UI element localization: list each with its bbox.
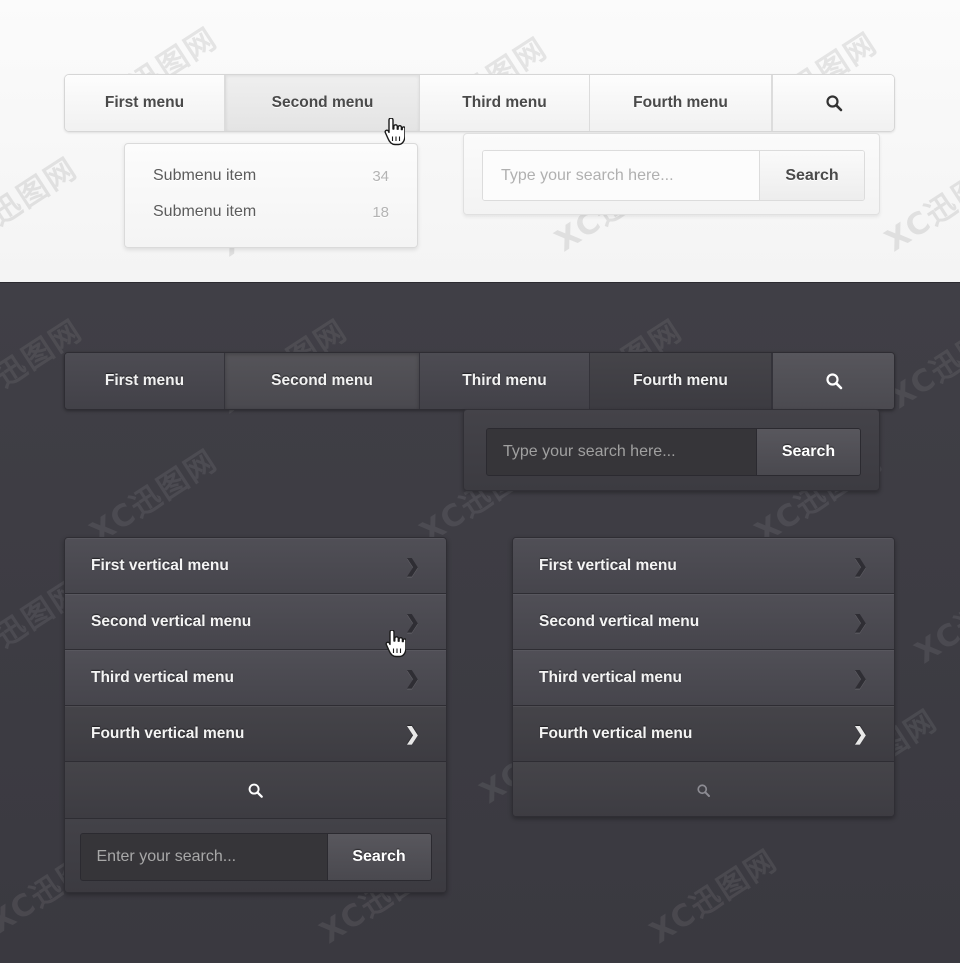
search-icon [825,372,843,390]
light-nav-label: Second menu [271,94,374,111]
chevron-right-icon: ❯ [404,667,420,688]
left-vmenu-search-box: Search [65,819,446,892]
right-vmenu-item-first[interactable]: First vertical menu ❯ [513,538,894,594]
light-nav-item-second[interactable]: Second menu [225,75,420,131]
left-vmenu-item-second[interactable]: Second vertical menu ❯ [65,594,446,650]
dark-search-row: Search [486,428,861,476]
left-vertical-menu: First vertical menu ❯ Second vertical me… [64,537,447,893]
right-vmenu-search-toggle[interactable] [513,762,894,816]
dark-navbar: First menu Second menu Third menu Fourth… [64,352,895,410]
left-vmenu-search-button[interactable]: Search [326,834,431,880]
light-submenu-count: 18 [372,203,389,221]
light-navbar: First menu Second menu Third menu Fourth… [64,74,895,132]
left-vmenu-search-row: Search [79,833,432,881]
search-icon [825,94,843,112]
chevron-right-icon: ❯ [852,555,868,576]
chevron-right-icon: ❯ [852,667,868,688]
light-nav-item-third[interactable]: Third menu [420,75,590,131]
light-nav-search-button[interactable] [772,75,894,131]
light-search-button[interactable]: Search [759,151,864,200]
left-vmenu-search-input[interactable] [80,834,327,880]
light-search-panel: Search [463,133,880,215]
left-vmenu-item-fourth[interactable]: Fourth vertical menu ❯ [65,706,446,762]
left-vmenu-label: Second vertical menu [91,612,252,630]
light-nav-item-fourth[interactable]: Fourth menu [590,75,772,131]
dark-nav-item-first[interactable]: First menu [65,353,225,409]
chevron-right-icon: ❯ [852,723,868,744]
right-vmenu-label: Third vertical menu [539,668,682,686]
dark-nav-item-third[interactable]: Third menu [420,353,590,409]
search-icon [696,783,711,798]
search-icon [247,782,264,799]
light-submenu-item[interactable]: Submenu item 18 [153,194,389,230]
light-nav-label: Fourth menu [633,94,728,111]
dark-nav-item-fourth[interactable]: Fourth menu [590,353,772,409]
left-vmenu-search-toggle[interactable] [65,762,446,819]
light-search-row: Search [482,150,865,201]
right-vertical-menu: First vertical menu ❯ Second vertical me… [512,537,895,817]
light-nav-item-first[interactable]: First menu [65,75,225,131]
left-vmenu-label: First vertical menu [91,556,229,574]
chevron-right-icon: ❯ [404,555,420,576]
light-submenu-label: Submenu item [153,203,257,220]
left-vmenu-item-third[interactable]: Third vertical menu ❯ [65,650,446,706]
dark-search-panel: Search [463,409,880,491]
dark-nav-item-second[interactable]: Second menu [225,353,420,409]
dark-nav-label: Fourth menu [633,372,728,389]
right-vmenu-item-third[interactable]: Third vertical menu ❯ [513,650,894,706]
right-vmenu-label: Second vertical menu [539,612,700,630]
dark-nav-label: Third menu [462,372,547,389]
dark-search-input[interactable] [487,429,756,475]
dark-nav-search-button[interactable] [772,353,894,409]
light-submenu-panel: Submenu item 34 Submenu item 18 [124,143,418,248]
right-vmenu-item-second[interactable]: Second vertical menu ❯ [513,594,894,650]
light-submenu-label: Submenu item [153,167,257,184]
left-vmenu-item-first[interactable]: First vertical menu ❯ [65,538,446,594]
dark-search-button[interactable]: Search [756,429,860,475]
light-search-input[interactable] [483,151,759,200]
light-nav-label: Third menu [462,94,547,111]
dark-nav-label: First menu [104,372,185,389]
right-vmenu-label: Fourth vertical menu [539,724,693,742]
left-vmenu-label: Third vertical menu [91,668,234,686]
right-vmenu-item-fourth[interactable]: Fourth vertical menu ❯ [513,706,894,762]
light-submenu-item[interactable]: Submenu item 34 [153,158,389,194]
light-submenu-count: 34 [372,167,389,185]
chevron-right-icon: ❯ [404,611,420,632]
stage: XC迅图网 XC迅图网 XC迅图网 XC迅图网 XC迅图网 XC迅图网 XC迅图… [0,0,960,963]
chevron-right-icon: ❯ [404,723,420,744]
light-nav-label: First menu [104,94,185,111]
dark-nav-label: Second menu [271,372,373,389]
chevron-right-icon: ❯ [852,611,868,632]
left-vmenu-label: Fourth vertical menu [91,724,245,742]
right-vmenu-label: First vertical menu [539,556,677,574]
